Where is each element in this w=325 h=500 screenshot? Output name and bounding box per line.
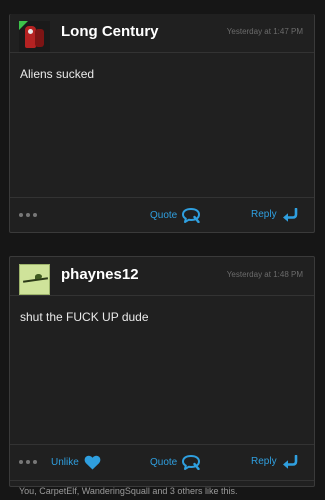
unlike-label: Unlike (51, 456, 79, 468)
post-actions-bar: Quote Reply (10, 197, 314, 234)
more-dots-icon[interactable] (19, 460, 37, 464)
thread-feed: Long Century Yesterday at 1:47 PM Aliens… (0, 0, 325, 500)
post-card: phaynes12 Yesterday at 1:48 PM shut the … (9, 256, 315, 496)
likes-summary: You, CarpetElf, WanderingSquall and 3 ot… (10, 480, 314, 500)
post-body-text: Aliens sucked (20, 67, 95, 81)
quote-bubble-icon (182, 208, 201, 223)
more-dots-icon[interactable] (19, 213, 37, 217)
quote-button[interactable]: Quote (150, 208, 201, 223)
online-indicator-icon (19, 21, 28, 30)
username-link[interactable]: Long Century (61, 23, 159, 41)
post-header: Long Century Yesterday at 1:47 PM (10, 14, 314, 53)
reply-arrow-icon (282, 455, 297, 469)
post-card: Long Century Yesterday at 1:47 PM Aliens… (9, 14, 315, 233)
reply-label: Reply (251, 456, 277, 467)
quote-bubble-icon (182, 455, 201, 470)
post-body-text: shut the FUCK UP dude (20, 310, 149, 324)
reply-label: Reply (251, 209, 277, 220)
reply-arrow-icon (282, 208, 297, 222)
post-header: phaynes12 Yesterday at 1:48 PM (10, 257, 314, 296)
reply-button[interactable]: Reply (251, 455, 298, 469)
unlike-button[interactable]: Unlike (51, 455, 101, 470)
quote-label: Quote (150, 456, 178, 468)
post-timestamp[interactable]: Yesterday at 1:48 PM (227, 270, 303, 280)
post-actions-bar: Unlike Quote Reply (10, 444, 314, 481)
likes-summary-text[interactable]: You, CarpetElf, WanderingSquall and 3 ot… (19, 485, 237, 497)
username-link[interactable]: phaynes12 (61, 266, 139, 284)
quote-button[interactable]: Quote (150, 455, 201, 470)
heart-icon (84, 455, 101, 470)
post-timestamp[interactable]: Yesterday at 1:47 PM (227, 27, 303, 37)
quote-label: Quote (150, 209, 178, 221)
reply-button[interactable]: Reply (251, 208, 298, 222)
user-avatar[interactable] (19, 21, 50, 52)
user-avatar[interactable] (19, 264, 50, 295)
